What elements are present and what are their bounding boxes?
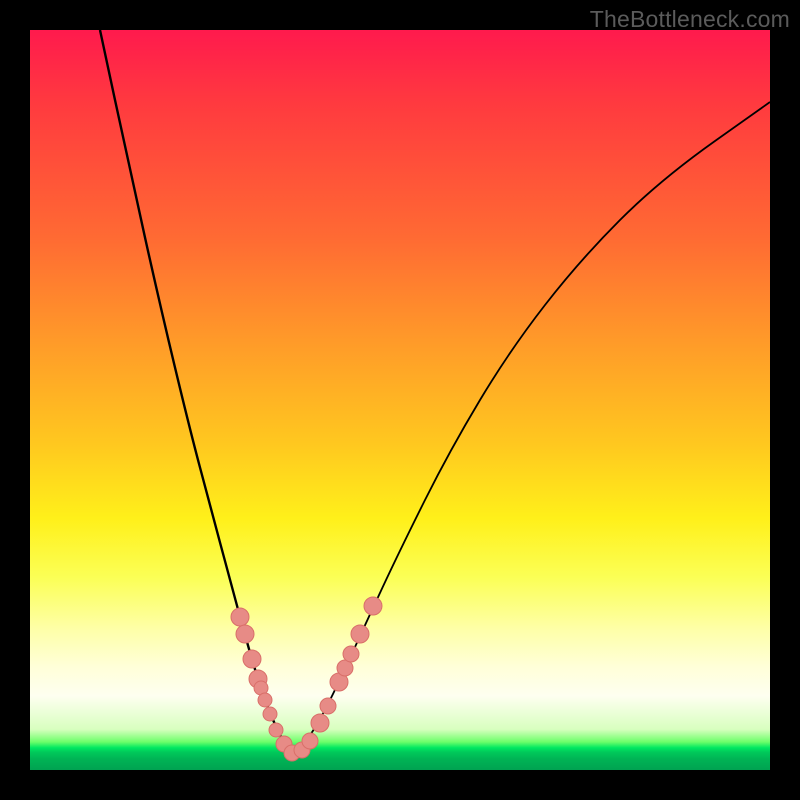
data-dot [320, 698, 336, 714]
data-dot [236, 625, 254, 643]
data-dot [231, 608, 249, 626]
data-dot [263, 707, 277, 721]
data-dot [364, 597, 382, 615]
watermark-text: TheBottleneck.com [590, 6, 790, 33]
data-dot [302, 733, 318, 749]
data-dot [269, 723, 283, 737]
curve-svg [30, 30, 770, 770]
data-dot [351, 625, 369, 643]
data-dot [343, 646, 359, 662]
data-dots-group [231, 597, 382, 761]
data-dot [243, 650, 261, 668]
chart-canvas: TheBottleneck.com [0, 0, 800, 800]
data-dot [258, 693, 272, 707]
bottleneck-curve-right [292, 102, 770, 755]
data-dot [311, 714, 329, 732]
bottleneck-curve-left [100, 30, 292, 755]
plot-area [30, 30, 770, 770]
